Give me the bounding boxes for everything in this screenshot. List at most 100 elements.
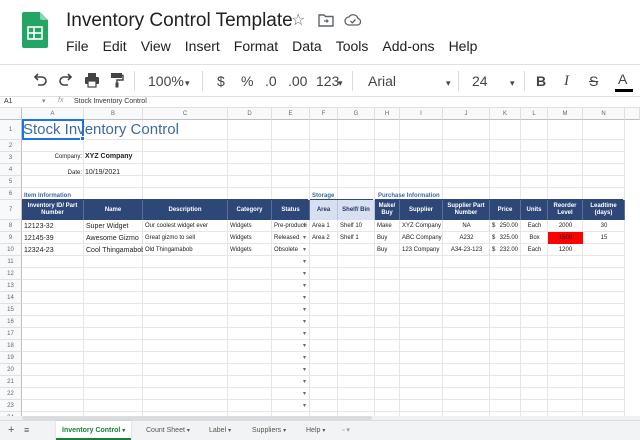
grid-cell[interactable] <box>84 364 143 376</box>
grid-cell[interactable] <box>143 304 228 316</box>
grid-cell[interactable] <box>400 268 443 280</box>
grid-cell[interactable] <box>143 152 228 164</box>
grid-cell[interactable] <box>490 352 521 364</box>
grid-cell[interactable] <box>521 292 548 304</box>
bold-button[interactable]: B <box>536 71 546 91</box>
grid-cell[interactable] <box>375 316 400 328</box>
star-icon[interactable]: ☆ <box>291 12 305 30</box>
grid-cell[interactable] <box>400 352 443 364</box>
grid-cell[interactable] <box>400 164 443 176</box>
grid-cell[interactable] <box>375 140 400 152</box>
grid-cell[interactable] <box>548 388 583 400</box>
cell-part[interactable]: NA <box>443 220 490 232</box>
name-box-dropdown-icon[interactable]: ▾ <box>42 97 46 105</box>
grid-cell[interactable] <box>521 364 548 376</box>
grid-cell[interactable] <box>84 400 143 412</box>
status-dropdown-icon[interactable]: ▾ <box>303 342 306 349</box>
grid-cell[interactable] <box>490 316 521 328</box>
grid-cell[interactable] <box>338 316 375 328</box>
grid-cell[interactable] <box>443 176 490 188</box>
column-header[interactable]: E <box>272 108 310 120</box>
name-box[interactable]: A1 <box>4 98 13 105</box>
menu-addons[interactable]: Add-ons <box>382 38 434 54</box>
status-dropdown-icon[interactable]: ▾ <box>303 306 306 313</box>
status-dropdown-icon[interactable]: ▾ <box>303 354 306 361</box>
grid-cell[interactable] <box>310 316 338 328</box>
status-dropdown-icon[interactable]: ▾ <box>303 390 306 397</box>
grid-cell[interactable] <box>272 120 310 140</box>
row-header[interactable]: 21 <box>0 376 22 388</box>
font-dropdown-icon[interactable]: ▾ <box>446 73 451 93</box>
grid-cell[interactable] <box>338 376 375 388</box>
table-column-header[interactable]: Shelf/ Bin <box>338 200 375 220</box>
cell-shelf[interactable]: Shelf 1 <box>338 232 375 244</box>
grid-cell[interactable] <box>521 388 548 400</box>
column-header[interactable]: J <box>443 108 490 120</box>
grid-cell[interactable] <box>143 328 228 340</box>
grid-cell[interactable] <box>375 280 400 292</box>
zoom-dropdown-icon[interactable]: ▾ <box>185 73 190 93</box>
grid-cell[interactable] <box>490 140 521 152</box>
cell-units[interactable]: Box <box>521 232 548 244</box>
column-header[interactable]: D <box>228 108 272 120</box>
grid-cell[interactable] <box>521 280 548 292</box>
cell-lead[interactable]: 30 <box>583 220 625 232</box>
status-dropdown-icon[interactable]: ▾ <box>303 366 306 373</box>
grid-cell[interactable] <box>583 328 625 340</box>
grid-cell[interactable] <box>338 164 375 176</box>
grid-cell[interactable] <box>143 364 228 376</box>
grid-cell[interactable] <box>84 304 143 316</box>
grid-cell[interactable] <box>338 388 375 400</box>
grid-cell[interactable] <box>143 140 228 152</box>
grid-cell[interactable] <box>443 364 490 376</box>
redo-icon[interactable] <box>58 73 74 87</box>
grid-cell[interactable] <box>583 340 625 352</box>
row-header[interactable]: 7 <box>0 200 22 220</box>
grid-cell[interactable] <box>84 140 143 152</box>
grid-cell[interactable] <box>400 176 443 188</box>
grid-cell[interactable] <box>22 328 84 340</box>
cell-name[interactable]: Super Widget <box>84 220 143 232</box>
grid-cell[interactable] <box>583 364 625 376</box>
menu-tools[interactable]: Tools <box>336 38 369 54</box>
cell-area[interactable]: Area 1 <box>310 220 338 232</box>
grid-cell[interactable] <box>310 120 338 140</box>
grid-cell[interactable] <box>548 152 583 164</box>
grid-cell[interactable] <box>443 152 490 164</box>
grid-cell[interactable] <box>521 256 548 268</box>
grid-cell[interactable] <box>490 340 521 352</box>
grid-cell[interactable] <box>521 340 548 352</box>
row-header[interactable]: 13 <box>0 280 22 292</box>
grid-cell[interactable] <box>490 256 521 268</box>
grid-cell[interactable] <box>443 388 490 400</box>
cell-shelf[interactable] <box>338 244 375 256</box>
grid-cell[interactable] <box>84 256 143 268</box>
undo-icon[interactable] <box>32 73 48 87</box>
folder-move-icon[interactable] <box>318 13 334 27</box>
column-header[interactable]: N <box>583 108 625 120</box>
table-column-header[interactable]: Area <box>310 200 338 220</box>
column-header[interactable]: G <box>338 108 375 120</box>
column-header[interactable]: H <box>375 108 400 120</box>
grid-cell[interactable] <box>521 352 548 364</box>
grid-cell[interactable] <box>548 400 583 412</box>
grid-cell[interactable] <box>548 304 583 316</box>
grid-cell[interactable] <box>310 388 338 400</box>
cell-area[interactable]: Area 2 <box>310 232 338 244</box>
grid-cell[interactable] <box>228 352 272 364</box>
grid-cell[interactable] <box>338 292 375 304</box>
grid-cell[interactable] <box>583 140 625 152</box>
grid-cell[interactable] <box>228 376 272 388</box>
row-header[interactable]: 11 <box>0 256 22 268</box>
cell-lead[interactable] <box>583 244 625 256</box>
grid-cell[interactable] <box>583 352 625 364</box>
grid-cell[interactable] <box>338 364 375 376</box>
row-header[interactable]: 2 <box>0 140 22 152</box>
status-dropdown-icon[interactable]: ▾ <box>303 402 306 409</box>
table-column-header[interactable]: Name <box>84 200 143 220</box>
grid-cell[interactable] <box>310 256 338 268</box>
grid-cell[interactable] <box>521 328 548 340</box>
table-column-header[interactable]: Inventory ID/ Part Number <box>22 200 84 220</box>
tab-dropdown-icon[interactable]: ▾ <box>187 428 190 434</box>
grid-cell[interactable] <box>490 164 521 176</box>
